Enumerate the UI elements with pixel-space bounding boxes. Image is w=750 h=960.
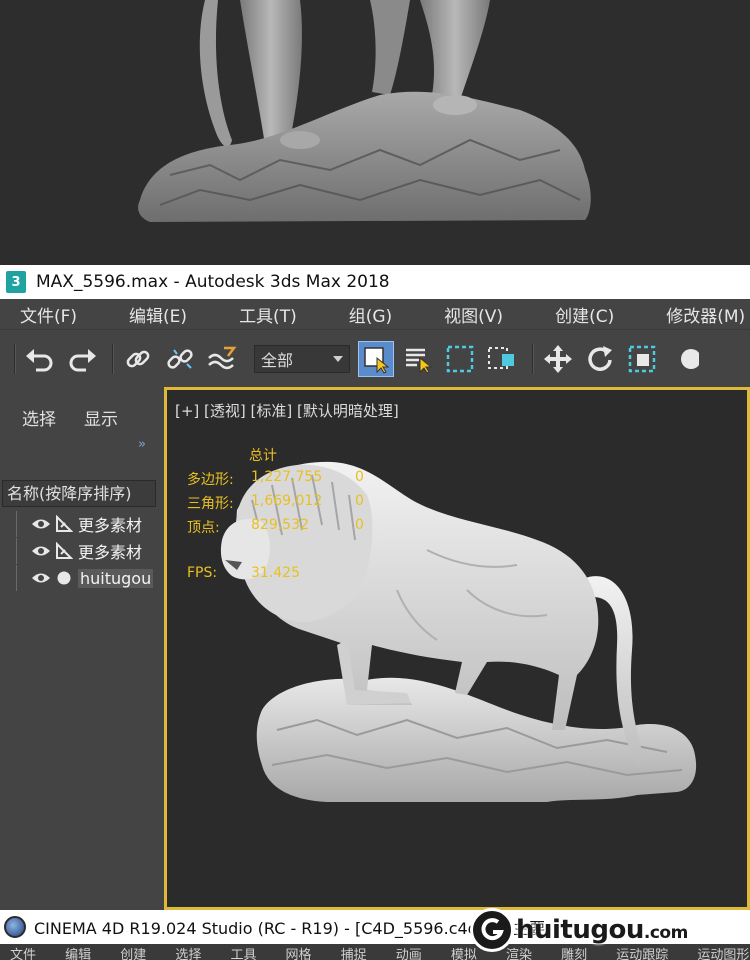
select-object-icon[interactable]: [358, 340, 394, 377]
main-toolbar: 全部: [0, 329, 750, 387]
triangles-value: 1,669,012: [251, 493, 323, 509]
tab-select[interactable]: 选择: [22, 405, 56, 430]
cinema4d-app-icon: [4, 916, 26, 938]
eye-icon[interactable]: [30, 544, 52, 558]
stats-header: 总计: [249, 448, 277, 464]
perspective-viewport[interactable]: [+] [透视] [标准] [默认明暗处理] 总计 多边形: 1,227,755…: [164, 387, 750, 910]
3dsmax-app-icon: 3: [6, 271, 26, 293]
polygons-selected: 0: [355, 469, 364, 485]
c4d-menu-create[interactable]: 创建: [120, 948, 146, 960]
window-title: MAX_5596.max - Autodesk 3ds Max 2018: [36, 272, 390, 292]
tree-line: [16, 538, 28, 564]
menu-views[interactable]: 视图(V): [444, 302, 503, 327]
geometry-icon: [54, 542, 74, 560]
toolbar-separator: [14, 343, 16, 374]
fps-label: FPS:: [187, 565, 218, 581]
undo-icon[interactable]: [22, 341, 58, 377]
c4d-window-title: CINEMA 4D R19.024 Studio (RC - R19) - [C…: [34, 919, 546, 938]
scale-icon[interactable]: [624, 341, 660, 377]
object-name: 更多素材: [78, 516, 143, 535]
window-title-bar[interactable]: 3 MAX_5596.max - Autodesk 3ds Max 2018: [0, 265, 750, 299]
c4d-menu-select[interactable]: 选择: [175, 948, 201, 960]
menu-modifiers[interactable]: 修改器(M): [666, 302, 745, 327]
tab-display[interactable]: 显示: [84, 405, 118, 430]
fps-value: 31.425: [251, 565, 300, 581]
menu-file[interactable]: 文件(F): [20, 302, 77, 327]
render-preview: [0, 0, 750, 265]
viewport-label[interactable]: [+] [透视] [标准] [默认明暗处理]: [175, 400, 399, 421]
unlink-icon[interactable]: [162, 341, 198, 377]
toolbar-separator: [532, 343, 534, 374]
triangles-selected: 0: [355, 493, 364, 509]
polygons-label: 多边形:: [187, 472, 234, 488]
menu-bar: 文件(F) 编辑(E) 工具(T) 组(G) 视图(V) 创建(C) 修改器(M…: [0, 299, 750, 329]
list-item[interactable]: huitugou: [4, 565, 156, 591]
selection-filter-value: 全部: [261, 350, 294, 370]
lion-render-image: [138, 0, 591, 222]
scene-explorer: 选择 显示 » 名称(按降序排序) 更多素材 更多素材 huitugou: [0, 387, 164, 910]
tree-line: [16, 511, 28, 537]
eye-icon[interactable]: [30, 517, 52, 531]
c4d-menu-snap[interactable]: 捕捉: [341, 948, 367, 960]
c4d-menu-mesh[interactable]: 网格: [286, 948, 312, 960]
vertices-value: 829,532: [251, 517, 309, 533]
polygons-value: 1,227,755: [251, 469, 323, 485]
bind-space-warp-icon[interactable]: [204, 341, 240, 377]
list-item[interactable]: 更多素材: [4, 511, 156, 537]
eye-icon[interactable]: [30, 571, 52, 585]
selection-filter-dropdown[interactable]: 全部: [254, 344, 350, 373]
watermark-text: huitugou.com: [516, 915, 688, 945]
c4d-menu-animate[interactable]: 动画: [396, 948, 422, 960]
chevron-down-icon: [333, 355, 343, 362]
lion-sculpture-model: [220, 461, 697, 802]
rotate-icon[interactable]: [582, 341, 618, 377]
watermark-badge-icon: [470, 908, 514, 952]
c4d-menu-file[interactable]: 文件: [10, 948, 36, 960]
tree-line: [16, 565, 28, 591]
watermark-logo: huitugou.com: [470, 906, 745, 954]
toolbar-separator: [112, 343, 114, 374]
link-icon[interactable]: [120, 341, 156, 377]
select-by-name-icon[interactable]: [400, 341, 436, 377]
c4d-menu-tools[interactable]: 工具: [230, 948, 256, 960]
name-column-header[interactable]: 名称(按降序排序): [2, 480, 156, 507]
vertices-label: 顶点:: [187, 520, 220, 536]
placement-icon[interactable]: [666, 341, 702, 377]
scene-explorer-tabs: 选择 显示: [0, 405, 160, 430]
geometry-icon: [54, 515, 74, 533]
rectangular-selection-icon[interactable]: [442, 341, 478, 377]
vertices-selected: 0: [355, 517, 364, 533]
menu-tools[interactable]: 工具(T): [239, 302, 297, 327]
menu-create[interactable]: 创建(C): [555, 302, 614, 327]
c4d-menu-edit[interactable]: 编辑: [65, 948, 91, 960]
menu-edit[interactable]: 编辑(E): [129, 302, 187, 327]
object-name: 更多素材: [78, 543, 143, 562]
redo-icon[interactable]: [64, 341, 100, 377]
double-chevron-right-icon[interactable]: »: [138, 437, 146, 452]
object-name: huitugou: [78, 568, 154, 588]
window-crossing-icon[interactable]: [484, 341, 520, 377]
sphere-icon: [54, 569, 74, 587]
move-icon[interactable]: [540, 341, 576, 377]
menu-group[interactable]: 组(G): [349, 302, 392, 327]
triangles-label: 三角形:: [187, 496, 234, 512]
list-item[interactable]: 更多素材: [4, 538, 156, 564]
